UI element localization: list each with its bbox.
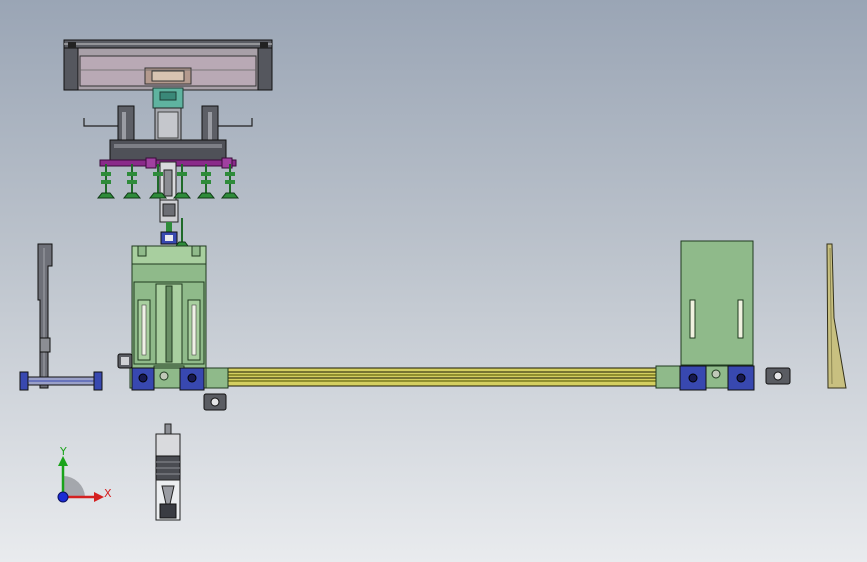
x-axis-arrowhead bbox=[94, 492, 104, 502]
left-bracket[interactable] bbox=[19, 243, 103, 391]
z-axis-dot bbox=[57, 491, 69, 503]
lift-cylinder[interactable] bbox=[159, 199, 189, 247]
linear-rail[interactable] bbox=[209, 367, 681, 387]
right-arm[interactable] bbox=[826, 243, 847, 389]
clamp-left-bottom[interactable] bbox=[203, 393, 227, 411]
cyan-block-slot bbox=[159, 91, 177, 101]
rail-right-end[interactable] bbox=[655, 365, 755, 391]
clamp-right[interactable] bbox=[765, 367, 791, 385]
right-module[interactable] bbox=[680, 240, 754, 366]
vacuum-cup bbox=[122, 164, 142, 199]
suction-head[interactable] bbox=[83, 105, 253, 203]
coordinate-triad[interactable]: Y X bbox=[57, 445, 112, 503]
cad-assembly-drawing: Y X bbox=[19, 39, 847, 521]
gantry-beam[interactable] bbox=[63, 39, 273, 91]
rail-left-end[interactable] bbox=[129, 367, 229, 391]
vacuum-cup bbox=[220, 164, 240, 199]
bottom-motor[interactable] bbox=[155, 423, 181, 521]
vacuum-cup bbox=[196, 164, 216, 199]
cad-viewport[interactable]: Y X bbox=[0, 0, 867, 562]
left-module[interactable] bbox=[131, 245, 207, 375]
clamp-left-top[interactable] bbox=[117, 353, 133, 369]
vacuum-cup bbox=[96, 164, 116, 199]
x-axis-label: X bbox=[104, 487, 112, 500]
y-axis-label: Y bbox=[59, 445, 67, 458]
